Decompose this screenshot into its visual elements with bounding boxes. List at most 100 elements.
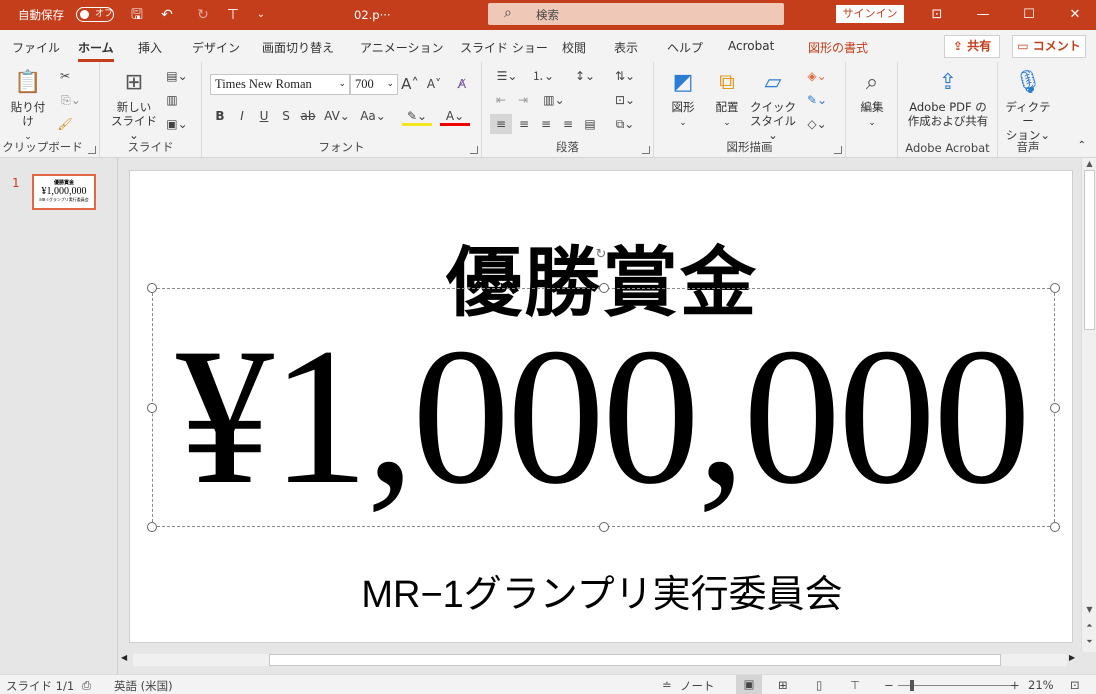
decrease-indent-icon[interactable]: ⇤ <box>492 90 510 110</box>
resize-handle[interactable] <box>147 283 157 293</box>
slide-organizer[interactable]: MR−1グランプリ実行委員会 <box>130 563 1074 618</box>
cut-icon[interactable]: ✂ <box>56 66 74 86</box>
change-case-icon[interactable]: Aa⌄ <box>356 106 390 126</box>
resize-handle[interactable] <box>1050 403 1060 413</box>
horizontal-scrollbar[interactable]: ◀ ▶ <box>119 652 1081 668</box>
tab-design[interactable]: デザイン <box>192 39 240 56</box>
maximize-icon[interactable]: ☐ <box>1014 4 1044 26</box>
prev-slide-icon[interactable]: ⏶ <box>1084 620 1095 632</box>
resize-handle[interactable] <box>599 522 609 532</box>
bold-icon[interactable]: B <box>212 106 228 126</box>
normal-view-icon[interactable]: ▣ <box>736 675 762 694</box>
tab-animations[interactable]: アニメーション <box>360 39 444 56</box>
shape-outline-icon[interactable]: ✎⌄ <box>802 90 832 110</box>
slideshow-icon[interactable]: ⊤ <box>850 678 860 692</box>
customize-qat-icon[interactable]: ⌄ <box>250 4 272 26</box>
line-spacing-icon[interactable]: ↕⌄ <box>570 66 600 86</box>
clipboard-launcher-icon[interactable] <box>88 146 96 154</box>
search-box[interactable]: ⌕ 検索 <box>488 3 784 25</box>
resize-handle[interactable] <box>1050 283 1060 293</box>
paste-button[interactable]: 📋 貼り付け ⌄ <box>6 68 50 144</box>
tab-shape-format[interactable]: 図形の書式 <box>808 39 868 56</box>
language[interactable]: 英語 (米国) <box>114 678 173 694</box>
resize-handle[interactable] <box>147 403 157 413</box>
arrange-button[interactable]: ⧉ 配置 ⌄ <box>706 68 748 130</box>
shrink-font-icon[interactable]: A˅ <box>424 74 444 94</box>
tab-help[interactable]: ヘルプ <box>667 39 703 56</box>
share-button[interactable]: ⇪ 共有 <box>944 35 1000 58</box>
distribute-icon[interactable]: ▤ <box>580 114 600 134</box>
font-name-combo[interactable]: Times New Roman ⌄ <box>210 74 350 95</box>
zoom-slider-thumb[interactable] <box>910 680 914 691</box>
zoom-out-icon[interactable]: − <box>884 678 894 692</box>
font-launcher-icon[interactable] <box>470 146 478 154</box>
font-size-combo[interactable]: 700 ⌄ <box>350 74 398 95</box>
shape-fill-icon[interactable]: ◈⌄ <box>802 66 832 86</box>
comment-button[interactable]: ▭ コメント <box>1012 35 1086 58</box>
resize-handle[interactable] <box>1050 522 1060 532</box>
shapes-button[interactable]: ◩ 図形 ⌄ <box>662 68 704 130</box>
zoom-in-icon[interactable]: + <box>1010 678 1020 692</box>
paragraph-launcher-icon[interactable] <box>642 146 650 154</box>
increase-indent-icon[interactable]: ⇥ <box>514 90 532 110</box>
tab-file[interactable]: ファイル <box>12 39 60 56</box>
tab-transitions[interactable]: 画面切り替え <box>262 39 334 56</box>
highlight-icon[interactable]: ✎⌄ <box>402 106 432 126</box>
align-left-icon[interactable]: ≡ <box>490 114 512 134</box>
autosave-toggle[interactable]: オフ <box>76 7 114 22</box>
vertical-scrollbar[interactable]: ▲ ▼ ⏶ ⏷ <box>1081 158 1096 652</box>
grow-font-icon[interactable]: A˄ <box>400 74 420 94</box>
tab-slideshow[interactable]: スライド ショー <box>460 39 548 56</box>
scroll-up-icon[interactable]: ▲ <box>1084 158 1095 170</box>
tab-home[interactable]: ホーム <box>78 39 114 62</box>
scroll-left-icon[interactable]: ◀ <box>121 653 127 662</box>
undo-icon[interactable]: ↶ <box>156 4 178 26</box>
minimize-icon[interactable]: — <box>968 4 998 26</box>
spacing-icon[interactable]: AV⌄ <box>322 106 352 126</box>
tab-view[interactable]: 表示 <box>614 39 638 56</box>
font-color-icon[interactable]: A⌄ <box>440 106 470 126</box>
save-icon[interactable]: 🖫 <box>126 4 148 26</box>
collapse-ribbon-icon[interactable]: ⌃ <box>1078 140 1086 151</box>
section-icon[interactable]: ▣⌄ <box>162 114 192 134</box>
signin-button[interactable]: サインイン <box>836 5 904 23</box>
accessibility-icon[interactable]: ⎙ <box>82 678 91 693</box>
justify-icon[interactable]: ≡ <box>558 114 578 134</box>
clear-format-icon[interactable]: A̸ <box>452 74 472 94</box>
quick-styles-button[interactable]: ▱ クイック スタイル⌄ <box>748 68 798 142</box>
scroll-right-icon[interactable]: ▶ <box>1069 653 1075 662</box>
slide-thumbnail[interactable]: 優勝賞金 ¥1,000,000 MR-1グランプリ実行委員会 <box>32 174 96 210</box>
dictate-button[interactable]: 🎙 ディクテー ション⌄ <box>1002 68 1054 142</box>
format-painter-icon[interactable]: 🖌 <box>56 114 74 134</box>
notes-icon[interactable]: ≐ <box>662 678 672 692</box>
slide[interactable]: 優勝賞金 ¥1,000,000 ↻ MR−1グランプリ実行委員会 <box>129 170 1073 643</box>
numbering-icon[interactable]: ⒈⌄ <box>528 66 558 86</box>
vertical-scroll-thumb[interactable] <box>1084 170 1095 330</box>
notes-button[interactable]: ノート <box>680 678 715 694</box>
close-icon[interactable]: ✕ <box>1060 4 1090 26</box>
align-center-icon[interactable]: ≡ <box>514 114 534 134</box>
editing-button[interactable]: ⌕ 編集 ⌄ <box>852 68 892 130</box>
text-direction-icon[interactable]: ⇅⌄ <box>610 66 640 86</box>
slide-sorter-icon[interactable]: ⊞ <box>778 678 788 692</box>
resize-handle[interactable] <box>599 283 609 293</box>
presenter-icon[interactable]: ⊤ <box>222 4 244 26</box>
shape-effects-icon[interactable]: ◇⌄ <box>802 114 832 134</box>
italic-icon[interactable]: I <box>234 106 250 126</box>
tab-review[interactable]: 校閲 <box>562 39 586 56</box>
zoom-slider[interactable] <box>898 685 1016 686</box>
reset-icon[interactable]: ▥ <box>162 90 182 110</box>
bullets-icon[interactable]: ☰⌄ <box>492 66 522 86</box>
drawing-launcher-icon[interactable] <box>834 146 842 154</box>
zoom-level[interactable]: 21% <box>1028 678 1054 692</box>
scroll-down-icon[interactable]: ▼ <box>1084 604 1095 616</box>
columns-icon[interactable]: ▥⌄ <box>540 90 568 110</box>
copy-icon[interactable]: ⎘⌄ <box>56 90 86 110</box>
tab-insert[interactable]: 挿入 <box>138 39 162 56</box>
shadow-icon[interactable]: S <box>278 106 294 126</box>
ribbon-display-icon[interactable]: ⊡ <box>922 4 952 26</box>
resize-handle[interactable] <box>147 522 157 532</box>
adobe-pdf-button[interactable]: ⇪ Adobe PDF の 作成および共有 <box>904 68 992 128</box>
fit-to-window-icon[interactable]: ⊡ <box>1070 678 1080 692</box>
strikethrough-icon[interactable]: ab <box>298 106 318 126</box>
